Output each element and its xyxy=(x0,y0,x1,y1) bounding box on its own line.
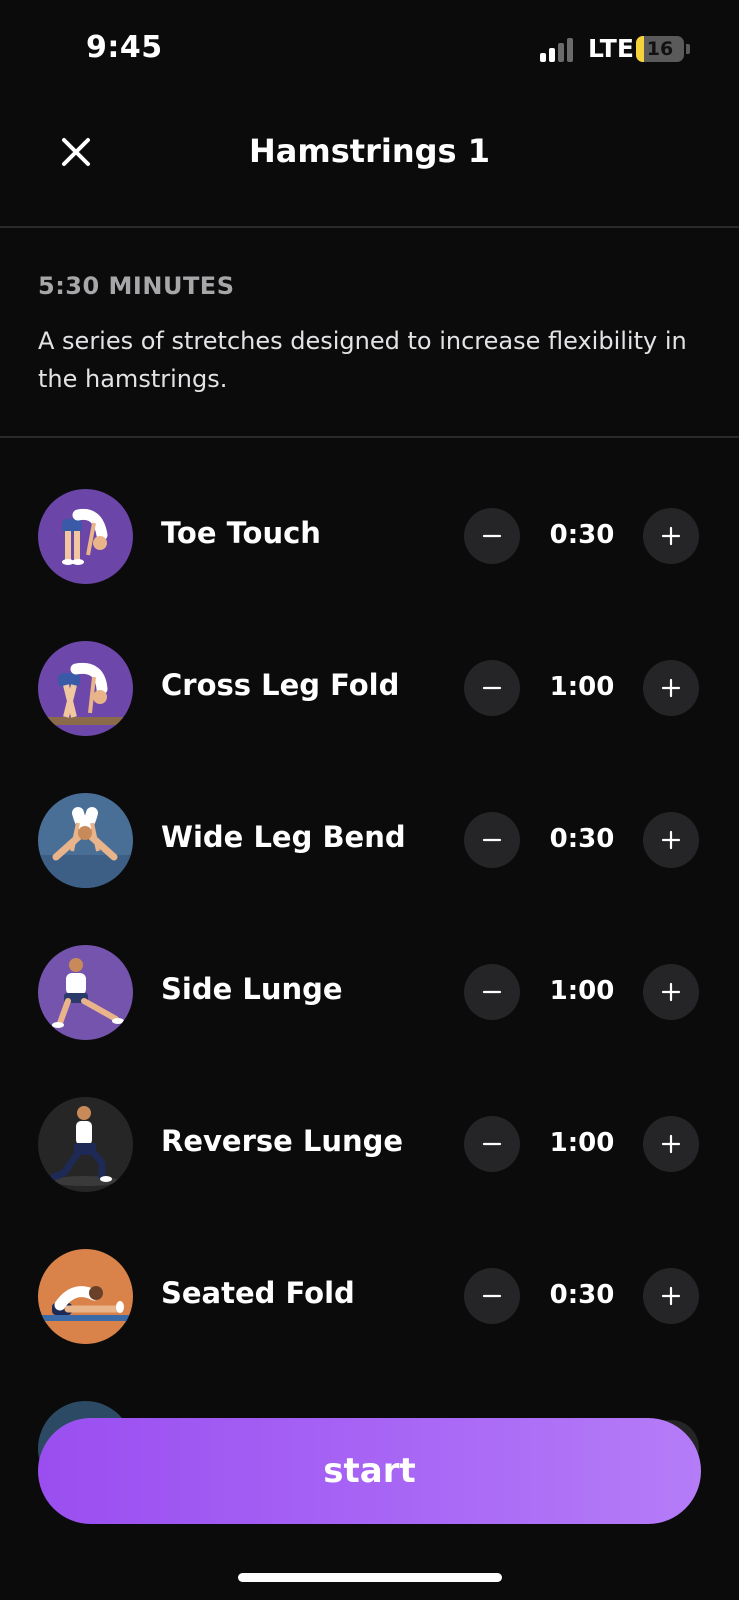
plus-icon xyxy=(661,678,681,698)
exercise-name: Reverse Lunge xyxy=(161,1124,404,1158)
exercise-row: Side Lunge 1:00 xyxy=(0,938,739,1048)
exercise-row: Cross Leg Fold 1:00 xyxy=(0,634,739,744)
decrease-time-button[interactable] xyxy=(464,660,520,716)
plus-icon xyxy=(661,1286,681,1306)
exercise-duration: 0:30 xyxy=(549,1280,615,1310)
exercise-duration: 1:00 xyxy=(549,672,615,702)
routine-duration: 5:30 MINUTES xyxy=(38,272,235,300)
minus-icon xyxy=(482,686,502,690)
increase-time-button[interactable] xyxy=(643,660,699,716)
status-time: 9:45 xyxy=(86,30,163,65)
carrier-label: LTE xyxy=(588,34,634,63)
battery-nub xyxy=(686,44,690,54)
exercise-row: Seated Fold 0:30 xyxy=(0,1242,739,1352)
increase-time-button[interactable] xyxy=(643,812,699,868)
seated-fold-icon xyxy=(38,1249,133,1344)
increase-time-button[interactable] xyxy=(643,508,699,564)
minus-icon xyxy=(482,1142,502,1146)
minus-icon xyxy=(482,990,502,994)
battery-level: 16 xyxy=(646,38,674,60)
increase-time-button[interactable] xyxy=(643,1268,699,1324)
decrease-time-button[interactable] xyxy=(464,1268,520,1324)
decrease-time-button[interactable] xyxy=(464,812,520,868)
side-lunge-icon xyxy=(38,945,133,1040)
exercise-row: Wide Leg Bend 0:30 xyxy=(0,786,739,896)
cross-leg-fold-icon xyxy=(38,641,133,736)
start-button[interactable]: start xyxy=(38,1418,701,1524)
plus-icon xyxy=(661,982,681,1002)
exercise-row: Toe Touch 0:30 xyxy=(0,482,739,592)
wide-leg-bend-icon xyxy=(38,793,133,888)
plus-icon xyxy=(661,1134,681,1154)
exercise-name: Cross Leg Fold xyxy=(161,668,400,702)
status-bar: 9:45 LTE 16 xyxy=(0,0,739,100)
exercise-row: Reverse Lunge 1:00 xyxy=(0,1090,739,1200)
exercise-name: Seated Fold xyxy=(161,1276,355,1310)
routine-summary: 5:30 MINUTES A series of stretches desig… xyxy=(0,230,739,438)
toe-touch-icon xyxy=(38,489,133,584)
minus-icon xyxy=(482,1294,502,1298)
page-title: Hamstrings 1 xyxy=(249,132,490,170)
exercise-duration: 1:00 xyxy=(549,1128,615,1158)
minus-icon xyxy=(482,838,502,842)
reverse-lunge-icon xyxy=(38,1097,133,1192)
header: Hamstrings 1 xyxy=(0,100,739,228)
plus-icon xyxy=(661,830,681,850)
plus-icon xyxy=(661,526,681,546)
minus-icon xyxy=(482,534,502,538)
exercise-duration: 0:30 xyxy=(549,824,615,854)
exercise-name: Toe Touch xyxy=(161,516,321,550)
home-indicator xyxy=(238,1573,502,1582)
decrease-time-button[interactable] xyxy=(464,1116,520,1172)
routine-description: A series of stretches designed to increa… xyxy=(38,327,687,393)
app-screen: 9:45 LTE 16 Hamstrings 1 5:30 MINUTES A … xyxy=(0,0,739,1600)
increase-time-button[interactable] xyxy=(643,1116,699,1172)
decrease-time-button[interactable] xyxy=(464,964,520,1020)
decrease-time-button[interactable] xyxy=(464,508,520,564)
exercise-duration: 1:00 xyxy=(549,976,615,1006)
exercise-name: Side Lunge xyxy=(161,972,343,1006)
battery-icon: 16 xyxy=(636,36,684,62)
exercise-name: Wide Leg Bend xyxy=(161,820,406,854)
exercise-duration: 0:30 xyxy=(549,520,615,550)
increase-time-button[interactable] xyxy=(643,964,699,1020)
signal-icon xyxy=(540,38,578,62)
